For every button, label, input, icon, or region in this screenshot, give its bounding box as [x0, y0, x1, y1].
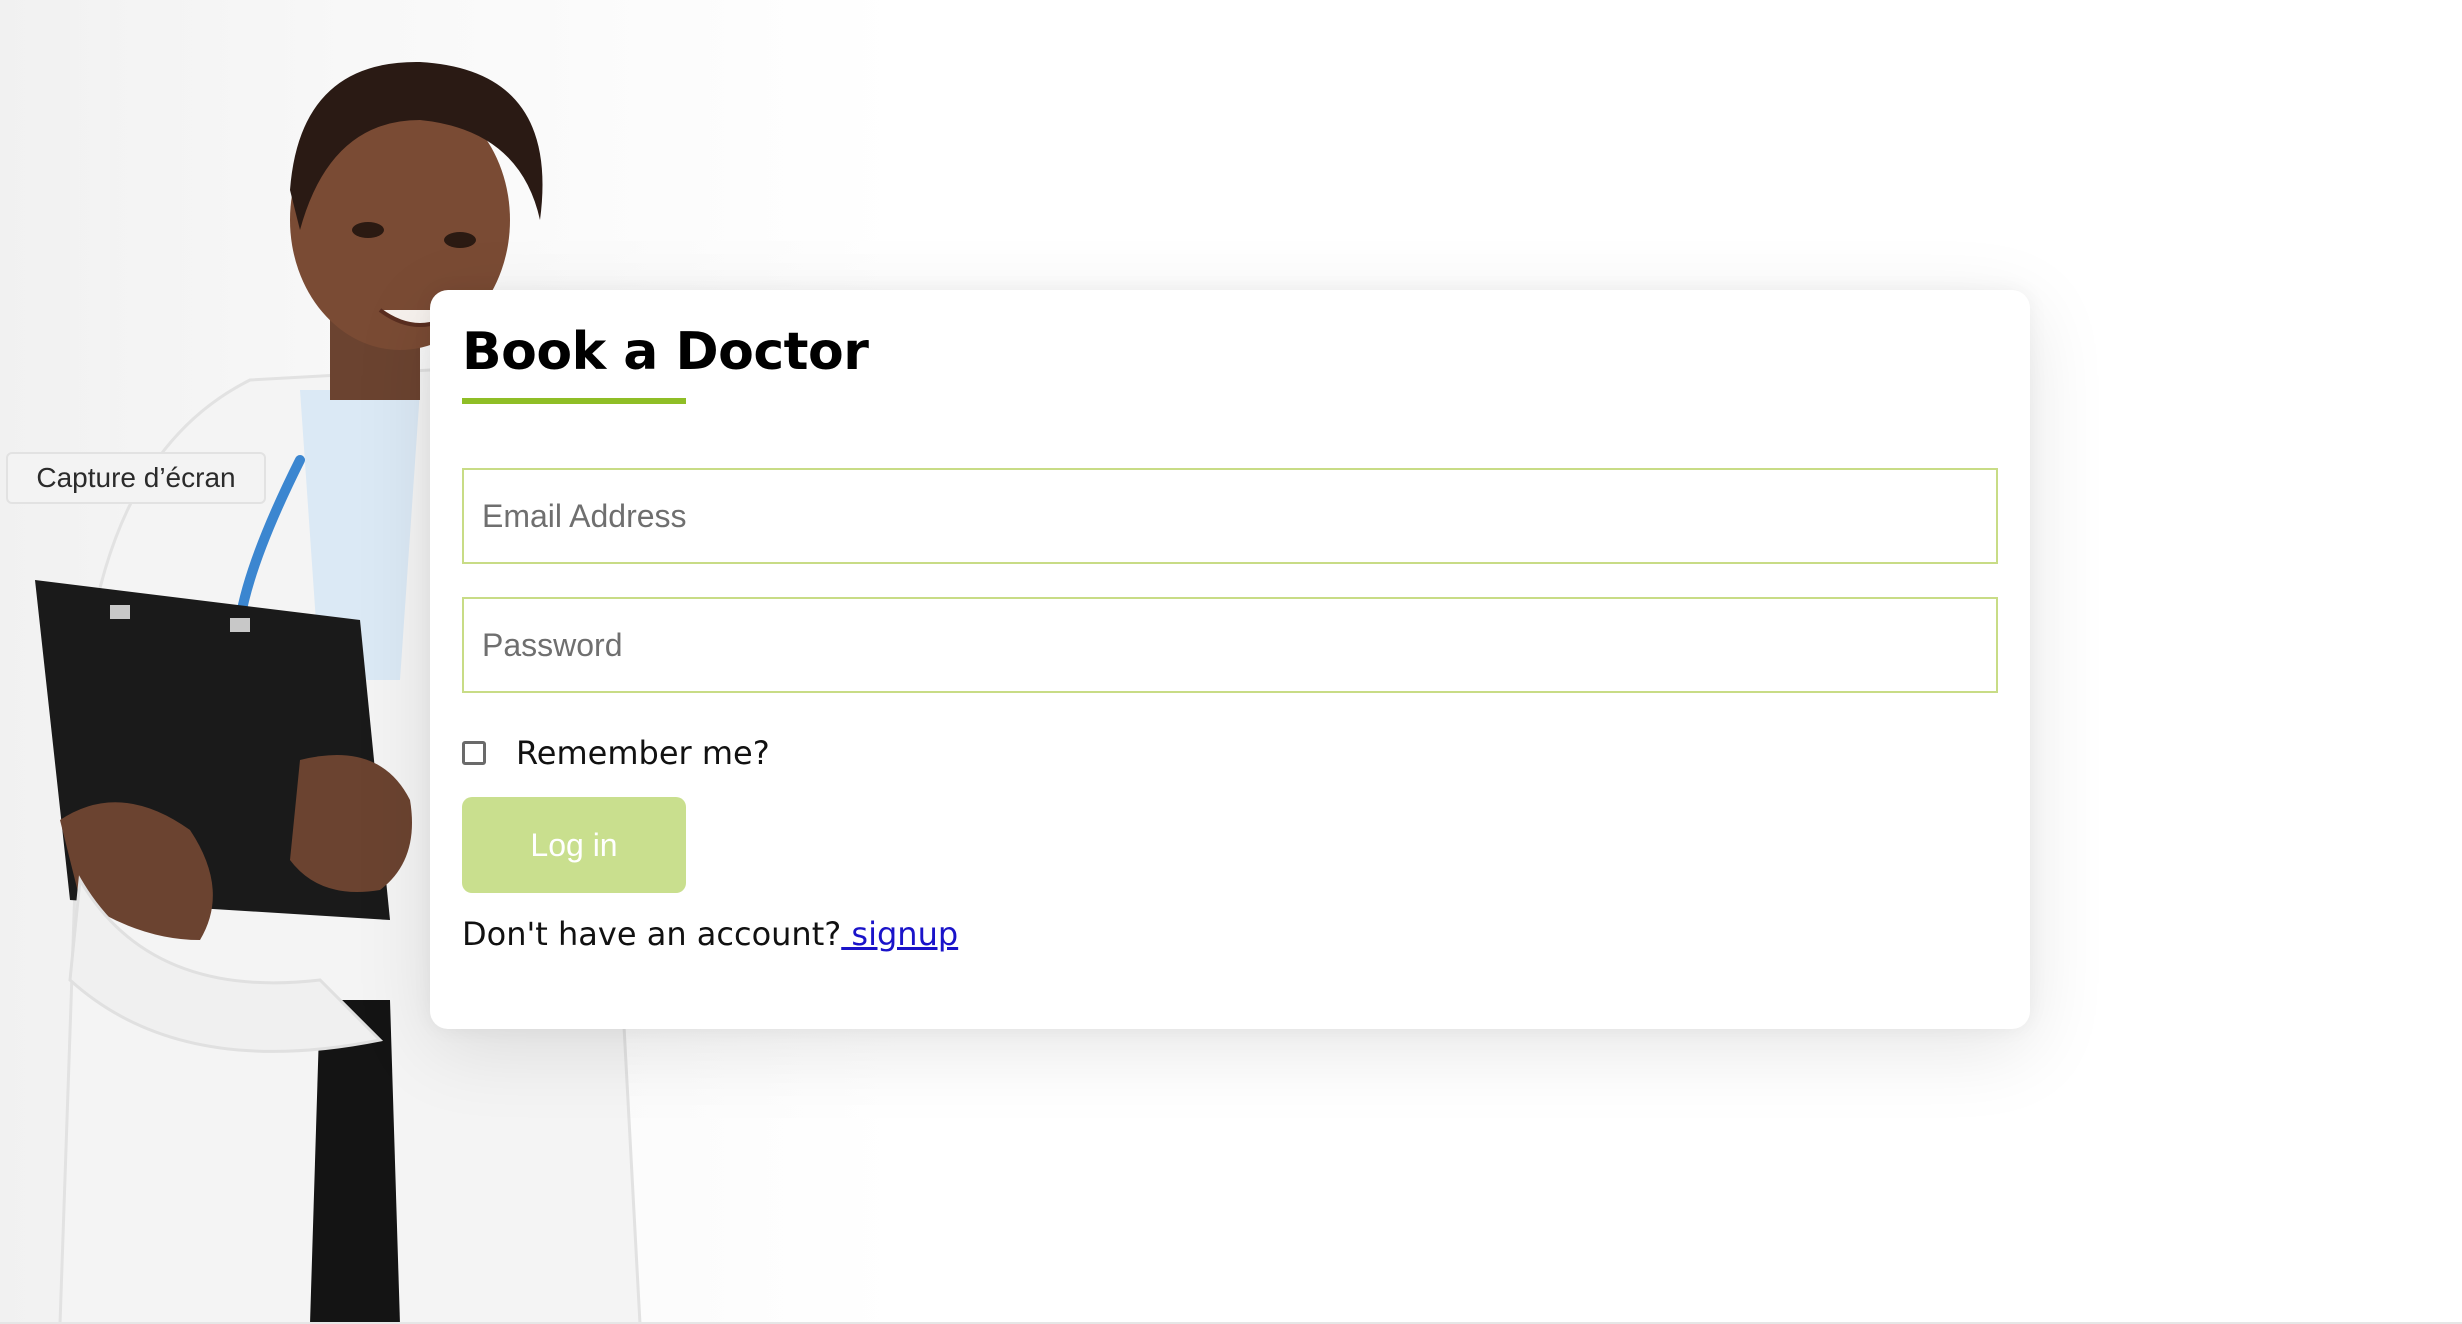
- remember-me-row[interactable]: Remember me?: [462, 728, 770, 778]
- login-card: Book a Doctor Remember me? Log in Don't …: [430, 290, 2030, 1029]
- password-field[interactable]: [462, 597, 1998, 693]
- signup-prompt: Don't have an account?: [462, 915, 842, 953]
- email-field[interactable]: [462, 468, 1998, 564]
- screenshot-label[interactable]: Capture d’écran: [6, 452, 266, 504]
- signup-link[interactable]: signup: [841, 915, 958, 953]
- checkbox-unchecked-icon[interactable]: [462, 741, 486, 765]
- signup-prompt-row: Don't have an account? signup: [462, 915, 958, 953]
- page-title: Book a Doctor: [462, 322, 869, 382]
- remember-me-label: Remember me?: [516, 734, 770, 772]
- login-button[interactable]: Log in: [462, 797, 686, 893]
- title-underline: [462, 398, 686, 404]
